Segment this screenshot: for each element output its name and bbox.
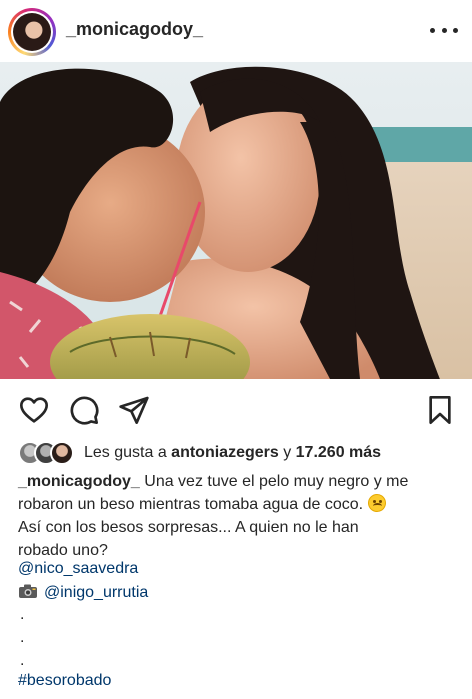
- more-dot: [430, 27, 435, 33]
- heart-icon[interactable]: [18, 394, 50, 426]
- mention-link[interactable]: @inigo_urrutia: [44, 584, 148, 601]
- caption-text: Así con los besos sorpresas... A quien n…: [18, 519, 359, 536]
- post-photo-image: [0, 62, 472, 379]
- post-header: _monicagodoy_: [0, 0, 472, 62]
- bookmark-icon[interactable]: [424, 394, 456, 426]
- paper-plane-icon[interactable]: [118, 394, 150, 426]
- camera-icon: [19, 584, 37, 598]
- hashtag-link[interactable]: #besorobado: [18, 672, 111, 690]
- more-dot: [453, 27, 458, 33]
- more-options-icon[interactable]: [430, 18, 458, 42]
- caption-dot: .: [20, 629, 25, 646]
- caption-line: robado uno?: [18, 539, 458, 562]
- avatar: [50, 441, 74, 465]
- mention-link[interactable]: @nico_saavedra: [18, 560, 138, 578]
- avatar-photo: [13, 13, 51, 51]
- liker-avatars: [18, 441, 76, 465]
- avatar-border: [11, 11, 53, 53]
- caption-dot: .: [20, 652, 25, 669]
- caption-line: robaron un beso mientras tomaba agua de …: [18, 493, 458, 516]
- likes-count[interactable]: 17.260 más: [296, 444, 381, 461]
- comment-icon[interactable]: [68, 394, 100, 426]
- likes-prefix: Les gusta a: [84, 444, 172, 461]
- post-username[interactable]: _monicagodoy_: [66, 19, 203, 40]
- photo-credit-row: @inigo_urrutia: [18, 583, 148, 602]
- post-caption: _monicagodoy_ Una vez tuve el pelo muy n…: [18, 470, 458, 562]
- caption-text: robaron un beso mientras tomaba agua de …: [18, 496, 364, 513]
- action-bar: [0, 390, 472, 430]
- profile-avatar[interactable]: [8, 8, 56, 56]
- likes-text: Les gusta a antoniazegers y 17.260 más: [84, 444, 381, 462]
- post-photo[interactable]: [0, 62, 472, 379]
- upside-down-face-emoji: [367, 494, 386, 512]
- more-dot: [441, 27, 447, 33]
- liker-username[interactable]: antoniazegers: [171, 444, 279, 461]
- caption-text: Una vez tuve el pelo muy negro y me: [139, 473, 409, 490]
- caption-text: robado uno?: [18, 542, 108, 559]
- caption-dot: .: [20, 606, 25, 623]
- likes-middle: y: [278, 444, 296, 461]
- caption-line: _monicagodoy_ Una vez tuve el pelo muy n…: [18, 470, 458, 493]
- caption-line: Así con los besos sorpresas... A quien n…: [18, 516, 458, 539]
- likes-row[interactable]: Les gusta a antoniazegers y 17.260 más: [18, 440, 381, 466]
- caption-username[interactable]: _monicagodoy_: [18, 473, 140, 490]
